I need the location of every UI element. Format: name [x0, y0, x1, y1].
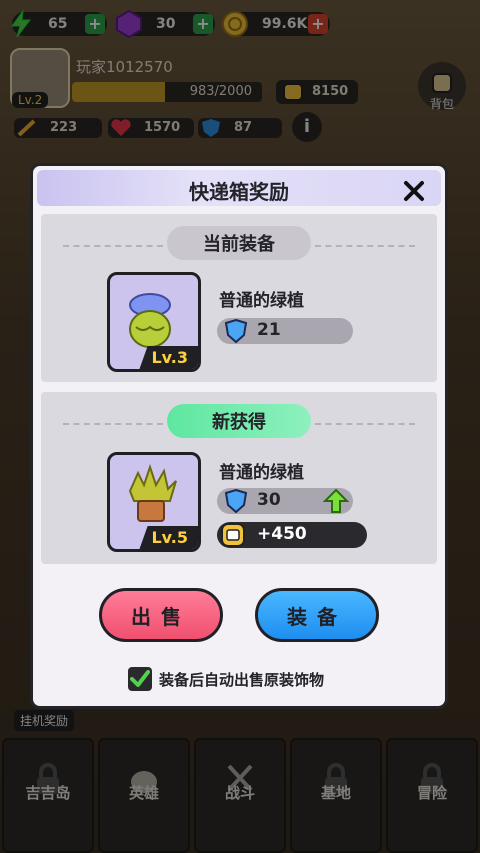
new-item-name: 普通的绿植 — [219, 463, 304, 483]
equip-button[interactable]: 装备 — [255, 588, 379, 642]
new-item-level: Lv.5 — [139, 526, 198, 549]
new-item-section: 新获得 Lv.5 普通的绿植 30 +450 — [41, 392, 437, 564]
new-item-card[interactable]: Lv.5 — [107, 452, 201, 552]
current-defense-value: 21 — [257, 320, 281, 340]
current-item-level: Lv.3 — [139, 346, 198, 369]
new-defense-value: 30 — [257, 490, 281, 510]
new-power-value: +450 — [257, 524, 307, 544]
close-icon[interactable] — [403, 180, 425, 202]
auto-sell-option[interactable]: 装备后自动出售原装饰物 — [127, 666, 324, 692]
divider-left — [63, 245, 163, 247]
dialog-header: 快递箱奖励 — [37, 170, 441, 206]
shield-icon — [224, 488, 248, 514]
new-power-bar: +450 — [217, 522, 367, 548]
auto-sell-label: 装备后自动出售原装饰物 — [159, 670, 325, 689]
current-item-name: 普通的绿植 — [219, 291, 304, 311]
fist-icon — [221, 523, 245, 547]
current-equipment-section: 当前装备 Lv.3 普通的绿植 21 — [41, 214, 437, 382]
divider-right — [315, 245, 415, 247]
current-item-card[interactable]: Lv.3 — [107, 272, 201, 372]
current-defense-bar: 21 — [217, 318, 353, 344]
new-item-chip: 新获得 — [167, 404, 311, 438]
sell-button[interactable]: 出售 — [99, 588, 223, 642]
current-equipment-chip: 当前装备 — [167, 226, 311, 260]
upgrade-arrow-icon — [323, 488, 349, 513]
reward-dialog: 快递箱奖励 当前装备 Lv.3 普通的绿植 21 新获得 Lv.5 普通的绿植 … — [30, 163, 448, 709]
dialog-title: 快递箱奖励 — [189, 180, 289, 204]
divider-left — [63, 423, 163, 425]
shield-icon — [224, 318, 248, 344]
checkbox-checked-icon[interactable] — [127, 666, 153, 692]
divider-right — [315, 423, 415, 425]
new-defense-bar: 30 — [217, 488, 353, 514]
